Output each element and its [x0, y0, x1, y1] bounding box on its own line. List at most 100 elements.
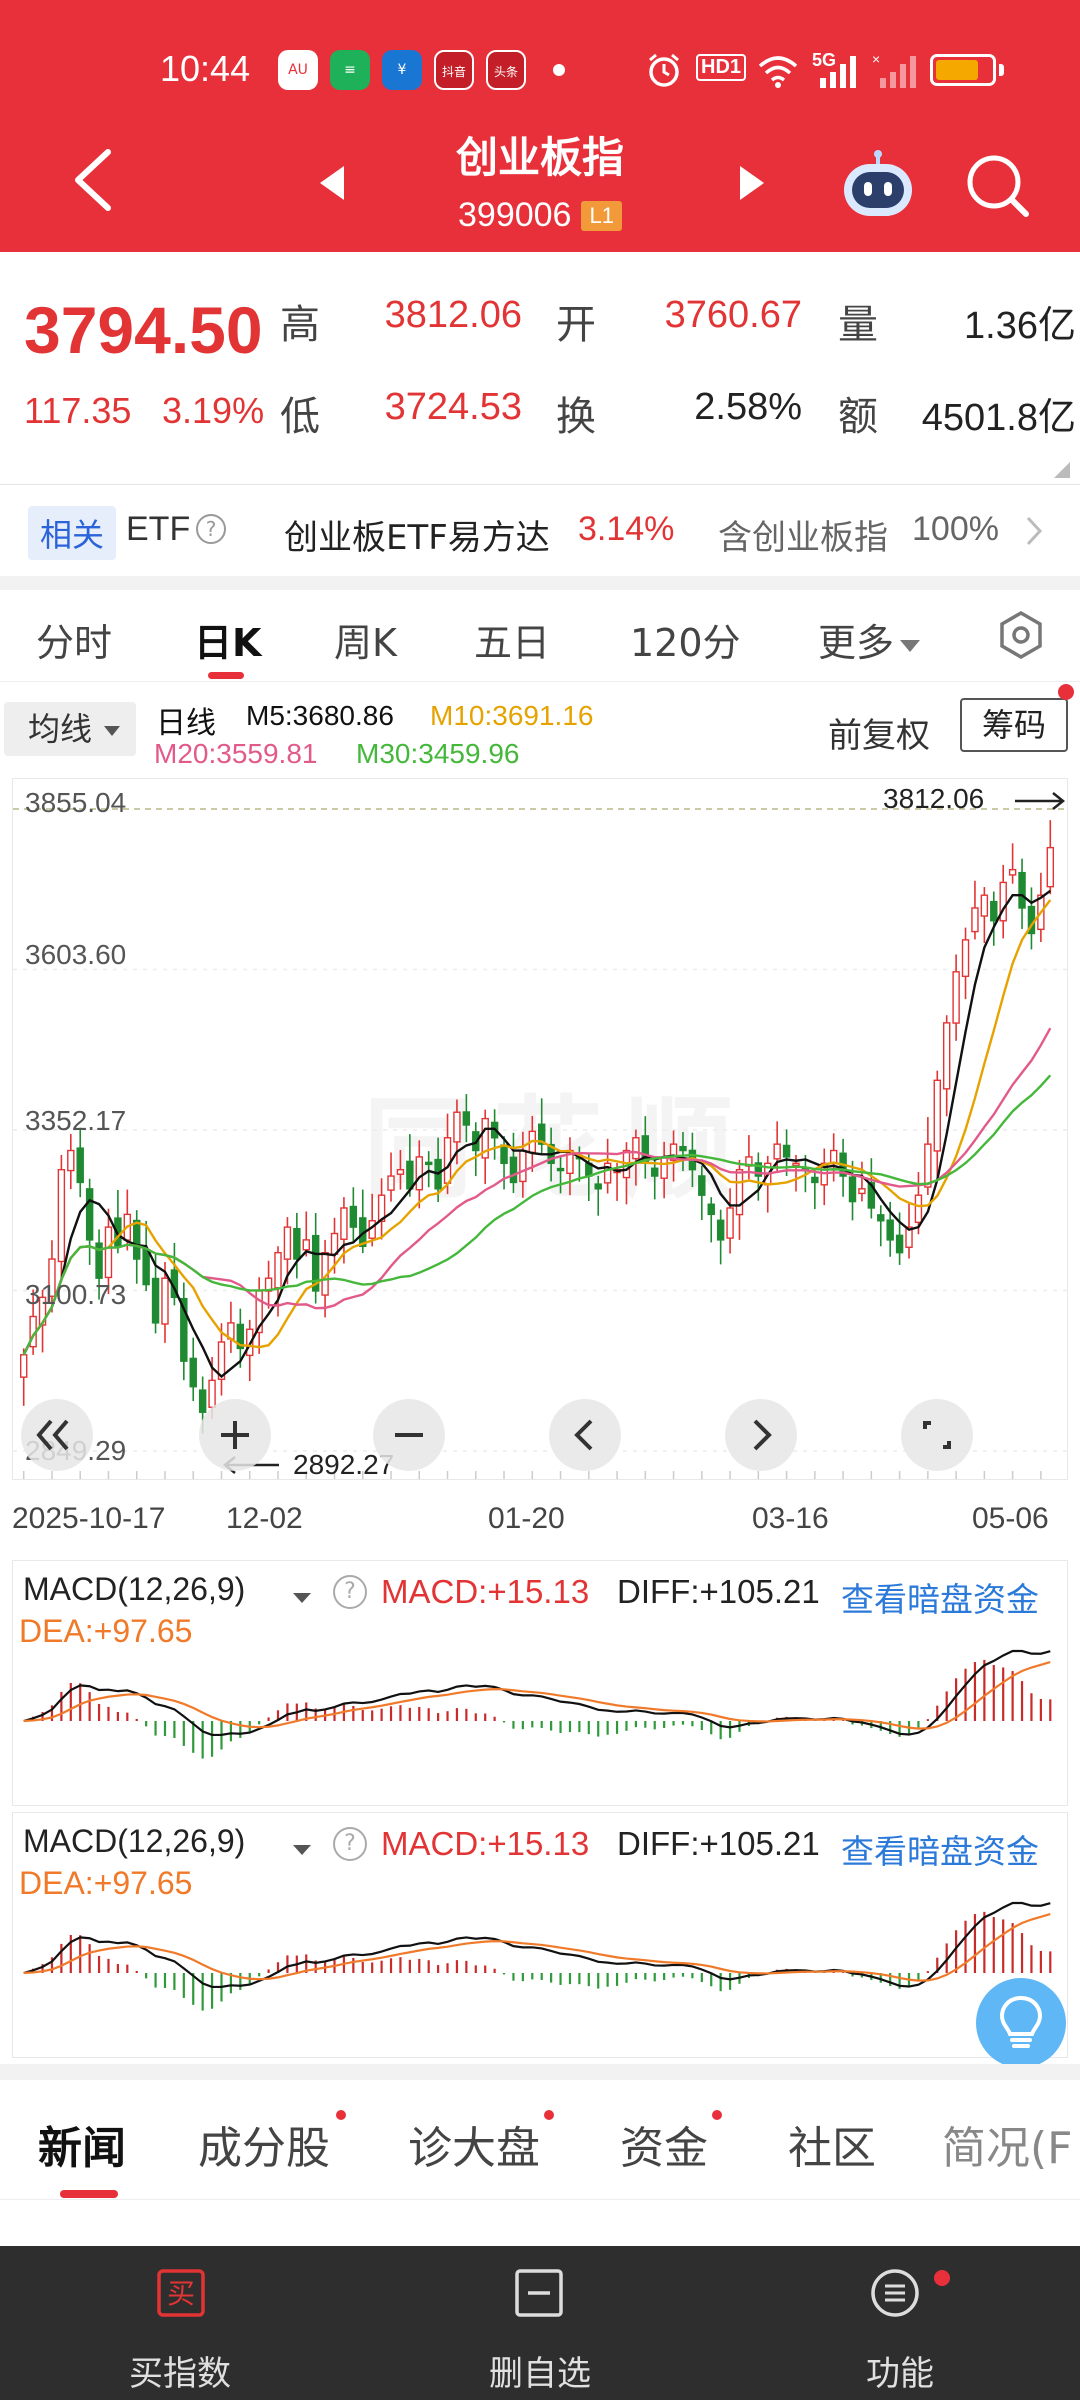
candle-body	[990, 900, 998, 922]
tab-capital[interactable]: 资金	[620, 2112, 708, 2176]
settings-hexagon-icon[interactable]	[996, 610, 1046, 660]
expand-corner-icon[interactable]	[1054, 462, 1070, 478]
candle-body	[632, 1137, 640, 1160]
indicator-select[interactable]: 均线	[4, 702, 136, 756]
caret-down-icon	[900, 639, 921, 652]
related-etf-strip[interactable]: 相关 ETF ? 创业板ETF易方达 3.14% 含创业板指 100%	[0, 486, 1080, 576]
indicator-select-label: 均线	[28, 710, 93, 748]
turnover-value: 2.58%	[694, 386, 802, 428]
tab-profile[interactable]: 简况(F	[942, 2112, 1072, 2176]
candle-body	[509, 1156, 518, 1184]
bank-app-icon: ¥	[382, 50, 422, 90]
date-tick: 2025-10-17	[12, 1502, 166, 1535]
pan-left-button[interactable]	[549, 1399, 621, 1471]
dark-pool-link[interactable]: 查看暗盘资金	[841, 1825, 1039, 1873]
kline-kind: 日线	[156, 707, 216, 740]
shopping-app-icon: 抖音	[434, 50, 474, 90]
ma30-line	[22, 1074, 1052, 1356]
pan-right-button[interactable]	[725, 1399, 797, 1471]
candle-body	[811, 1176, 819, 1184]
macd-panel-1[interactable]: MACD(12,26,9) ? MACD:+15.13 DIFF:+105.21…	[12, 1560, 1068, 1806]
tab-market-diagnosis[interactable]: 诊大盘	[408, 2112, 540, 2176]
zoom-out-button[interactable]	[373, 1399, 445, 1471]
back-arrow-icon[interactable]	[70, 148, 120, 212]
remove-watchlist-button[interactable]: 删自选	[360, 2246, 720, 2400]
open-value: 3760.67	[664, 294, 802, 336]
ma20-line	[22, 1027, 1052, 1356]
fullscreen-button[interactable]	[901, 1399, 973, 1471]
date-tick: 12-02	[226, 1502, 303, 1535]
etf-weight-label: 含创业板指	[718, 518, 888, 558]
amount-value: 4501.8亿	[921, 397, 1076, 439]
volume-value: 1.36亿	[964, 305, 1076, 347]
etf-name[interactable]: 创业板ETF易方达	[284, 510, 550, 559]
tab-weekly-k[interactable]: 周K	[334, 612, 397, 667]
buy-index-button[interactable]: 买 买指数	[0, 2246, 360, 2400]
tab-intraday[interactable]: 分时	[36, 612, 112, 667]
candle-body	[67, 1149, 75, 1172]
candle-body	[716, 1219, 725, 1241]
price-tick: 3100.73	[25, 1279, 127, 1310]
candle-body	[151, 1277, 160, 1324]
candle-body	[773, 1143, 781, 1160]
zoom-in-button[interactable]	[199, 1399, 271, 1471]
signal-weak-icon: ×	[872, 51, 916, 88]
candle-body	[886, 1219, 894, 1241]
next-triangle-icon[interactable]	[736, 164, 766, 202]
help-icon[interactable]: ?	[333, 1827, 367, 1861]
tab-news[interactable]: 新闻	[38, 2112, 126, 2176]
candle-body	[782, 1144, 791, 1158]
date-axis: 2025-10-17 12-02 01-20 03-16 05-06	[0, 1496, 1080, 1546]
kline-chart[interactable]: 同花顺 3855.04 3603.60 3352.17 3100.73 2849…	[12, 778, 1069, 1480]
candle-body	[942, 1022, 951, 1090]
status-time: 10:44	[160, 48, 251, 89]
buy-index-label: 买指数	[129, 2354, 231, 2394]
high-label: 高	[280, 302, 320, 348]
low-value: 3724.53	[384, 386, 522, 428]
macd-indicator-select[interactable]: MACD(12,26,9)	[23, 1571, 313, 1619]
chips-button[interactable]: 筹码	[960, 698, 1068, 752]
bottom-action-bar: 买 买指数 删自选 功能	[0, 2246, 1080, 2400]
rewind-button[interactable]	[21, 1399, 93, 1471]
spacer	[0, 2200, 1080, 2246]
top-header: 10:44 AU ≡ ¥ 抖音 头条 HD1 5G × 创业板指 399006 …	[0, 0, 1080, 252]
help-icon[interactable]: ?	[196, 514, 226, 544]
tab-constituents[interactable]: 成分股	[198, 2112, 330, 2176]
battery-tip	[999, 64, 1004, 76]
alarm-icon	[649, 53, 679, 87]
tips-button[interactable]	[976, 1978, 1066, 2068]
status-bar: 10:44 AU ≡ ¥ 抖音 头条 HD1 5G ×	[0, 40, 1080, 100]
search-icon[interactable]	[964, 152, 1030, 218]
tab-daily-k[interactable]: 日K	[194, 612, 261, 667]
price-tick: 3352.17	[25, 1105, 127, 1136]
candle-body	[104, 1226, 113, 1279]
dark-pool-link[interactable]: 查看暗盘资金	[841, 1573, 1039, 1621]
candle-body	[387, 1175, 395, 1191]
macd-indicator-select[interactable]: MACD(12,26,9)	[23, 1823, 313, 1871]
functions-label: 功能	[866, 2354, 934, 2394]
high-value: 3812.06	[384, 294, 522, 336]
price-change: 117.35	[24, 390, 132, 431]
ma20-value: M20:3559.81	[154, 738, 318, 769]
tab-community[interactable]: 社区	[788, 2112, 876, 2176]
tab-five-day[interactable]: 五日	[474, 612, 550, 667]
robot-assistant-icon[interactable]	[838, 148, 918, 220]
candle-body	[142, 1248, 150, 1286]
functions-button[interactable]: 功能	[720, 2246, 1080, 2400]
help-icon[interactable]: ?	[333, 1575, 367, 1609]
candle-body	[424, 1161, 433, 1166]
chevron-right-icon[interactable]	[1024, 514, 1044, 548]
candle-body	[76, 1147, 84, 1184]
candle-body	[1008, 868, 1017, 876]
candle-body	[556, 1167, 565, 1172]
candle-body	[660, 1156, 668, 1179]
adjust-mode[interactable]: 前复权	[828, 708, 930, 757]
tab-120-min[interactable]: 120分	[630, 612, 741, 667]
tab-more[interactable]: 更多	[818, 612, 921, 667]
macd-panel-2[interactable]: MACD(12,26,9) ? MACD:+15.13 DIFF:+105.21…	[12, 1812, 1068, 2058]
volume-label: 量	[838, 302, 878, 348]
candle-body	[330, 1232, 339, 1255]
lightbulb-icon	[999, 1995, 1043, 2048]
pan-left-icon	[574, 1419, 593, 1451]
level-badge: L1	[581, 200, 622, 231]
